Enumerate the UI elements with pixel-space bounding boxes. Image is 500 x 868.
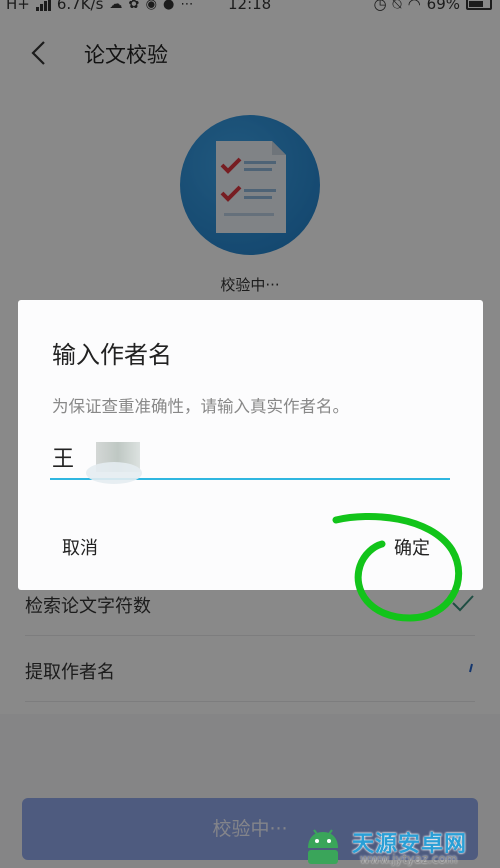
annotation-circle <box>332 513 463 622</box>
watermark: 天源安卓网 www.jytyaz.com <box>300 826 500 868</box>
dialog-hint: 为保证查重准确性，请输入真实作者名。 <box>52 397 349 416</box>
android-logo-icon <box>308 829 338 864</box>
author-name-input[interactable] <box>50 436 450 480</box>
cancel-button[interactable]: 取消 <box>62 534 98 560</box>
watermark-url: www.jytyaz.com <box>360 852 458 866</box>
dialog-title: 输入作者名 <box>52 341 172 369</box>
